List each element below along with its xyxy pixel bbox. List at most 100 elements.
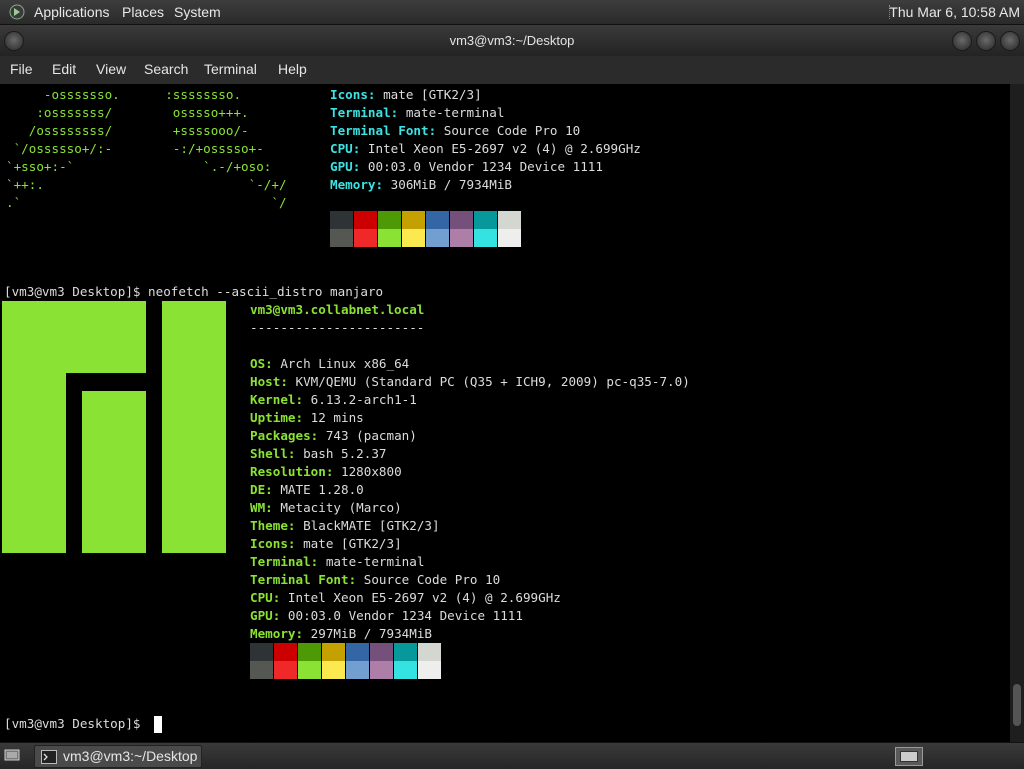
workspace-switcher[interactable] — [895, 747, 923, 766]
info-row: WM: Metacity (Marco) — [250, 500, 402, 515]
prev-ascii-line: `++:. `-/+/ — [6, 177, 295, 192]
applications-menu[interactable]: Applications — [34, 4, 110, 20]
palette-swatch — [322, 643, 345, 661]
prev-palette-swatch — [426, 229, 449, 247]
prev-palette-swatch — [354, 211, 377, 229]
close-icon[interactable] — [1000, 31, 1020, 51]
palette-swatch — [346, 661, 369, 679]
info-value: 12 mins — [310, 410, 364, 425]
manjaro-logo-top — [2, 301, 146, 373]
prev-palette-swatch — [474, 211, 497, 229]
info-label: DE — [250, 482, 266, 497]
info-row: Theme: BlackMATE [GTK2/3] — [250, 518, 440, 533]
info-label: Packages — [250, 428, 311, 443]
prev-info-row: Memory: 306MiB / 7934MiB — [330, 177, 512, 192]
top-panel: Applications Places System Thu Mar 6, 10… — [0, 0, 1024, 25]
places-menu[interactable]: Places — [122, 4, 164, 20]
show-desktop-icon[interactable] — [4, 747, 20, 763]
info-value: Metacity (Marco) — [280, 500, 402, 515]
taskbar-item-terminal[interactable]: vm3@vm3:~/Desktop — [34, 745, 202, 768]
palette-swatch — [346, 643, 369, 661]
system-menu[interactable]: System — [174, 4, 221, 20]
prev-palette-swatch — [450, 229, 473, 247]
info-value: Arch Linux x86_64 — [280, 356, 410, 371]
palette-swatch — [250, 661, 273, 679]
info-value: bash 5.2.37 — [303, 446, 387, 461]
info-label: CPU — [250, 590, 273, 605]
palette-swatch — [418, 643, 441, 661]
info-value: 297MiB / 7934MiB — [310, 626, 432, 641]
info-row: Resolution: 1280x800 — [250, 464, 402, 479]
manjaro-logo-left — [2, 373, 66, 553]
workspace-1[interactable] — [900, 751, 918, 762]
prev-info-row: GPU: 00:03.0 Vendor 1234 Device 1111 — [330, 159, 603, 174]
info-label: Terminal — [250, 554, 311, 569]
minimize-icon[interactable] — [952, 31, 972, 51]
terminal-scrollbar[interactable] — [1010, 84, 1024, 742]
prev-palette-swatch — [402, 229, 425, 247]
info-label: Icons — [250, 536, 288, 551]
info-label: Resolution — [250, 464, 326, 479]
prev-ascii-line: `/ossssso+/:- -:/+osssso+- — [6, 141, 295, 156]
prev-info-row: Terminal: mate-terminal — [330, 105, 505, 120]
info-value: 1280x800 — [341, 464, 402, 479]
menu-terminal[interactable]: Terminal — [204, 61, 257, 77]
prev-info-row: Terminal Font: Source Code Pro 10 — [330, 123, 581, 138]
prev-palette-swatch — [498, 229, 521, 247]
menu-edit[interactable]: Edit — [52, 61, 76, 77]
info-label: Theme — [250, 518, 288, 533]
prev-palette-swatch — [354, 229, 377, 247]
palette-swatch — [298, 661, 321, 679]
info-row: Memory: 297MiB / 7934MiB — [250, 626, 432, 641]
info-value: BlackMATE [GTK2/3] — [303, 518, 440, 533]
text-cursor — [154, 716, 162, 733]
manjaro-logo-right — [162, 301, 226, 553]
info-row: OS: Arch Linux x86_64 — [250, 356, 410, 371]
menu-view[interactable]: View — [96, 61, 126, 77]
prev-palette-swatch — [426, 211, 449, 229]
prev-ascii-line: .` `/ — [6, 195, 295, 210]
info-value: Source Code Pro 10 — [363, 572, 501, 587]
window-title: vm3@vm3:~/Desktop — [449, 33, 575, 48]
info-label: Host — [250, 374, 281, 389]
palette-swatch — [274, 661, 297, 679]
palette-swatch — [394, 661, 417, 679]
info-row: CPU: Intel Xeon E5-2697 v2 (4) @ 2.699GH… — [250, 590, 561, 605]
info-row: Packages: 743 (pacman) — [250, 428, 417, 443]
maximize-icon[interactable] — [976, 31, 996, 51]
clock[interactable]: Thu Mar 6, 10:58 AM — [889, 4, 1020, 20]
palette-swatch — [298, 643, 321, 661]
command-line: [vm3@vm3 Desktop]$ neofetch --ascii_dist… — [4, 284, 384, 299]
terminal-menu-bar: File Edit View Search Terminal Help — [0, 56, 1024, 84]
info-value: mate-terminal — [325, 554, 425, 569]
menu-search[interactable]: Search — [144, 61, 188, 77]
info-value: Intel Xeon E5-2697 v2 (4) @ 2.699GHz — [287, 590, 561, 605]
info-row: Icons: mate [GTK2/3] — [250, 536, 402, 551]
prev-palette-swatch — [378, 229, 401, 247]
mate-logo-icon[interactable] — [9, 4, 25, 20]
prev-info-row: Icons: mate [GTK2/3] — [330, 87, 482, 102]
info-label: Terminal Font — [250, 572, 349, 587]
window-title-bar[interactable]: vm3@vm3:~/Desktop — [0, 25, 1024, 56]
user-host: vm3@vm3.collabnet.local — [250, 302, 425, 317]
info-label: Memory — [250, 626, 296, 641]
menu-help[interactable]: Help — [278, 61, 307, 77]
info-label: Shell — [250, 446, 288, 461]
info-row: Host: KVM/QEMU (Standard PC (Q35 + ICH9,… — [250, 374, 690, 389]
prev-palette-swatch — [402, 211, 425, 229]
terminal-output[interactable]: -osssssso. :ssssssso. :osssssss/ osssso+… — [0, 84, 1010, 742]
taskbar-item-label: vm3@vm3:~/Desktop — [63, 748, 198, 764]
scrollbar-thumb[interactable] — [1013, 684, 1021, 726]
info-row: Kernel: 6.13.2-arch1-1 — [250, 392, 417, 407]
info-value: 743 (pacman) — [325, 428, 417, 443]
info-row: Terminal: mate-terminal — [250, 554, 425, 569]
bottom-panel: vm3@vm3:~/Desktop — [0, 742, 1024, 769]
info-value: mate [GTK2/3] — [303, 536, 402, 551]
menu-file[interactable]: File — [10, 61, 33, 77]
prev-palette-swatch — [474, 229, 497, 247]
prev-palette-swatch — [378, 211, 401, 229]
info-row: Terminal Font: Source Code Pro 10 — [250, 572, 501, 587]
info-value: MATE 1.28.0 — [280, 482, 364, 497]
info-label: Kernel — [250, 392, 296, 407]
info-label: OS — [250, 356, 266, 371]
